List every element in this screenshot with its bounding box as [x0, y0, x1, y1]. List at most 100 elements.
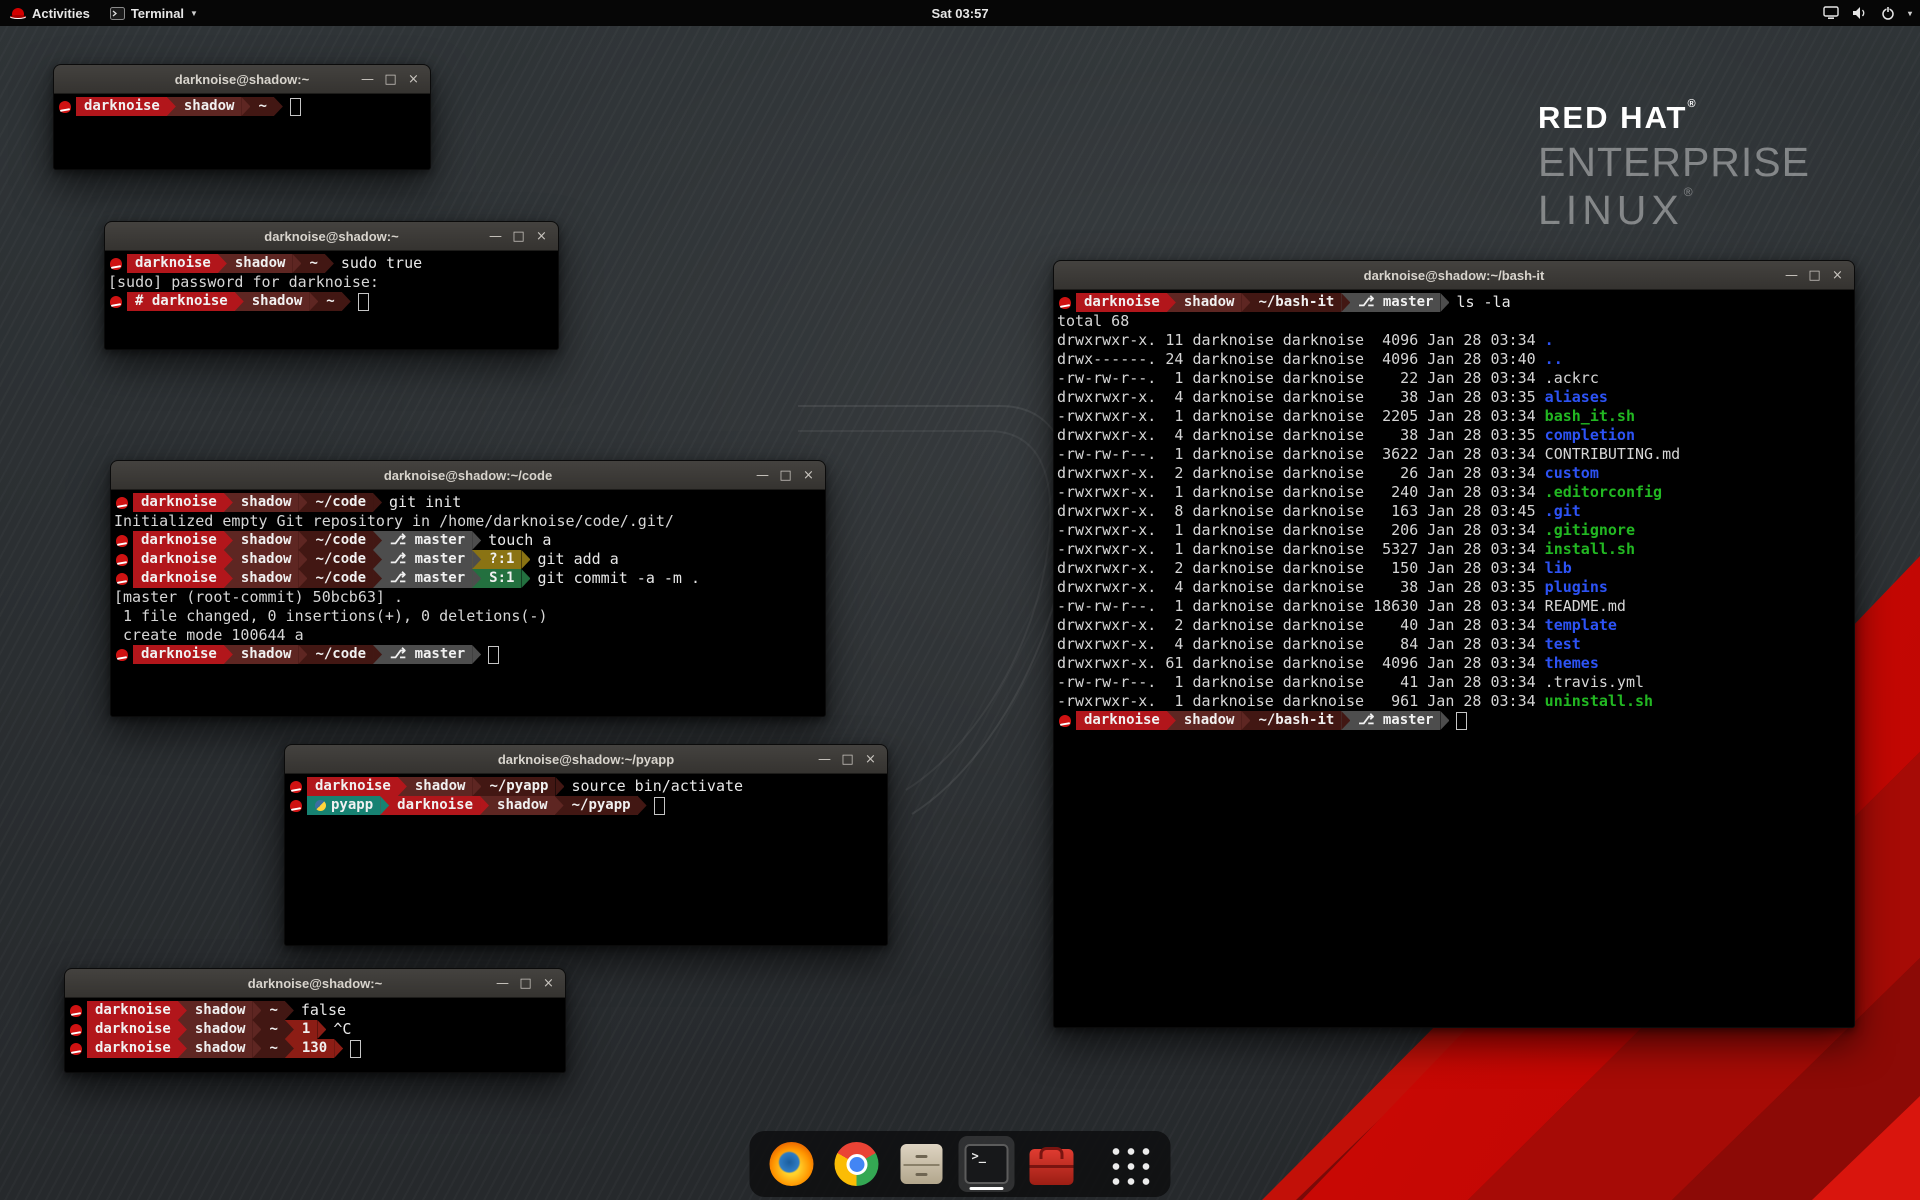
close-button[interactable]: × [1826, 264, 1849, 287]
redhat-prompt-icon [116, 497, 128, 509]
terminal-window[interactable]: darknoise@shadow:~/code — □ × darknoises… [110, 460, 826, 717]
directory-name: themes [1545, 654, 1599, 673]
terminal-cursor [350, 1040, 361, 1058]
maximize-button[interactable]: □ [507, 225, 530, 248]
powerline-arrow-icon [1341, 293, 1350, 312]
output-text: drwxrwxr-x. 4 darknoise darknoise 38 Jan… [1057, 426, 1545, 445]
maximize-button[interactable]: □ [1803, 264, 1826, 287]
terminal-window[interactable]: darknoise@shadow:~ — □ × darknoiseshadow… [53, 64, 431, 170]
terminal-line: drwxrwxr-x. 8 darknoise darknoise 163 Ja… [1057, 502, 1852, 521]
prompt-segment-host: shadow [489, 796, 555, 815]
system-status-area[interactable]: ▾ [1823, 0, 1912, 26]
close-button[interactable]: × [797, 464, 820, 487]
minimize-button[interactable]: — [813, 748, 836, 771]
toolbox-icon [1030, 1149, 1074, 1185]
command-text: git init [389, 493, 461, 512]
powerline-arrow-icon [334, 1039, 343, 1058]
terminal-dock-item[interactable]: >_ [959, 1136, 1015, 1192]
app-menu-terminal[interactable]: Terminal ▼ [100, 0, 208, 26]
terminal-content[interactable]: darknoiseshadow~ [54, 94, 430, 169]
window-titlebar[interactable]: darknoise@shadow:~ — □ × [65, 969, 565, 998]
powerline-arrow-icon [178, 1020, 187, 1039]
command-text: false [301, 1001, 346, 1020]
powerline-arrow-icon [224, 569, 233, 588]
powerline-arrow-icon [373, 569, 382, 588]
powerline-arrow-icon [218, 254, 227, 273]
window-titlebar[interactable]: darknoise@shadow:~ — □ × [105, 222, 558, 251]
window-titlebar[interactable]: darknoise@shadow:~ — □ × [54, 65, 430, 94]
powerline-arrow-icon [1167, 711, 1176, 730]
terminal-window[interactable]: darknoise@shadow:~ — □ × darknoiseshadow… [104, 221, 559, 350]
powerline-arrow-icon [1241, 293, 1250, 312]
executable-name: uninstall.sh [1545, 692, 1653, 711]
prompt-segment-path: ~/code [307, 550, 373, 569]
window-titlebar[interactable]: darknoise@shadow:~/code — □ × [111, 461, 825, 490]
appgrid-dock-item[interactable] [1101, 1136, 1157, 1192]
terminal-window[interactable]: darknoise@shadow:~ — □ × darknoiseshadow… [64, 968, 566, 1073]
prompt-segment-git: ⎇ master [382, 550, 472, 569]
maximize-button[interactable]: □ [514, 972, 537, 995]
minimize-button[interactable]: — [491, 972, 514, 995]
prompt-segment-path: ~ [301, 254, 324, 273]
terminal-content[interactable]: darknoiseshadow~/codegit initInitialized… [111, 490, 825, 716]
terminal-line: drwxrwxr-x. 2 darknoise darknoise 40 Jan… [1057, 616, 1852, 635]
window-titlebar[interactable]: darknoise@shadow:~/pyapp — □ × [285, 745, 887, 774]
output-text: total 68 [1057, 312, 1129, 331]
maximize-button[interactable]: □ [836, 748, 859, 771]
terminal-content[interactable]: darknoiseshadow~sudo true[sudo] password… [105, 251, 558, 349]
powerline-arrow-icon [472, 777, 481, 796]
executable-name: .editorconfig [1545, 483, 1662, 502]
close-button[interactable]: × [530, 225, 553, 248]
terminal-line: total 68 [1057, 312, 1852, 331]
files-dock-item[interactable] [894, 1136, 950, 1192]
terminal-content[interactable]: darknoiseshadow~falsedarknoiseshadow~1^C… [65, 998, 565, 1072]
minimize-button[interactable]: — [1780, 264, 1803, 287]
prompt-segment-path: ~ [318, 292, 341, 311]
close-button[interactable]: × [859, 748, 882, 771]
toolbox-dock-item[interactable] [1024, 1136, 1080, 1192]
close-button[interactable]: × [402, 68, 425, 91]
clock[interactable]: Sat 03:57 [931, 0, 988, 26]
terminal-line: darknoiseshadow~130 [68, 1039, 563, 1058]
terminal-line: darknoiseshadow~/code⎇ masterS:1git comm… [114, 569, 823, 588]
redhat-prompt-icon [110, 296, 122, 308]
output-text: -rw-rw-r--. 1 darknoise darknoise 18630 … [1057, 597, 1545, 616]
prompt-segment-user: darknoise [87, 1020, 178, 1039]
maximize-button[interactable]: □ [774, 464, 797, 487]
directory-name: lib [1545, 559, 1572, 578]
prompt-segment-user: darknoise [133, 531, 224, 550]
terminal-cursor [358, 293, 369, 311]
output-text: drwxrwxr-x. 4 darknoise darknoise 84 Jan… [1057, 635, 1545, 654]
minimize-button[interactable]: — [751, 464, 774, 487]
activities-button[interactable]: Activities [0, 0, 100, 26]
firefox-dock-item[interactable] [764, 1136, 820, 1192]
file-name: .ackrc [1545, 369, 1599, 388]
maximize-button[interactable]: □ [379, 68, 402, 91]
directory-name: template [1545, 616, 1617, 635]
command-text: git add a [537, 550, 618, 569]
terminal-window[interactable]: darknoise@shadow:~/bash-it — □ × darknoi… [1053, 260, 1855, 1028]
minimize-button[interactable]: — [356, 68, 379, 91]
terminal-line: drwxrwxr-x. 2 darknoise darknoise 150 Ja… [1057, 559, 1852, 578]
terminal-content[interactable]: darknoiseshadow~/pyappsource bin/activat… [285, 774, 887, 945]
prompt-segment-git: ⎇ master [1350, 711, 1440, 730]
prompt-segment-path: ~/code [307, 531, 373, 550]
close-button[interactable]: × [537, 972, 560, 995]
prompt-segment-path: ~/code [307, 493, 373, 512]
brand-enterprise: ENTERPRISE [1538, 139, 1810, 186]
terminal-line: drwxrwxr-x. 4 darknoise darknoise 38 Jan… [1057, 426, 1852, 445]
desktop-background[interactable]: RED HAT® ENTERPRISE LINUX® darknoise@sha… [0, 0, 1920, 1200]
prompt-segment-user: darknoise [1076, 293, 1167, 312]
powerline-arrow-icon [298, 645, 307, 664]
window-titlebar[interactable]: darknoise@shadow:~/bash-it — □ × [1054, 261, 1854, 290]
minimize-button[interactable]: — [484, 225, 507, 248]
powerline-arrow-icon [1341, 711, 1350, 730]
terminal-line: darknoiseshadow~ [57, 97, 428, 116]
powerline-arrow-icon [224, 550, 233, 569]
window-controls: — □ × [356, 65, 425, 93]
directory-name: plugins [1545, 578, 1608, 597]
terminal-window[interactable]: darknoise@shadow:~/pyapp — □ × darknoise… [284, 744, 888, 946]
terminal-content[interactable]: darknoiseshadow~/bash-it⎇ masterls -lato… [1054, 290, 1854, 1027]
power-icon [1881, 6, 1895, 20]
chrome-dock-item[interactable] [829, 1136, 885, 1192]
